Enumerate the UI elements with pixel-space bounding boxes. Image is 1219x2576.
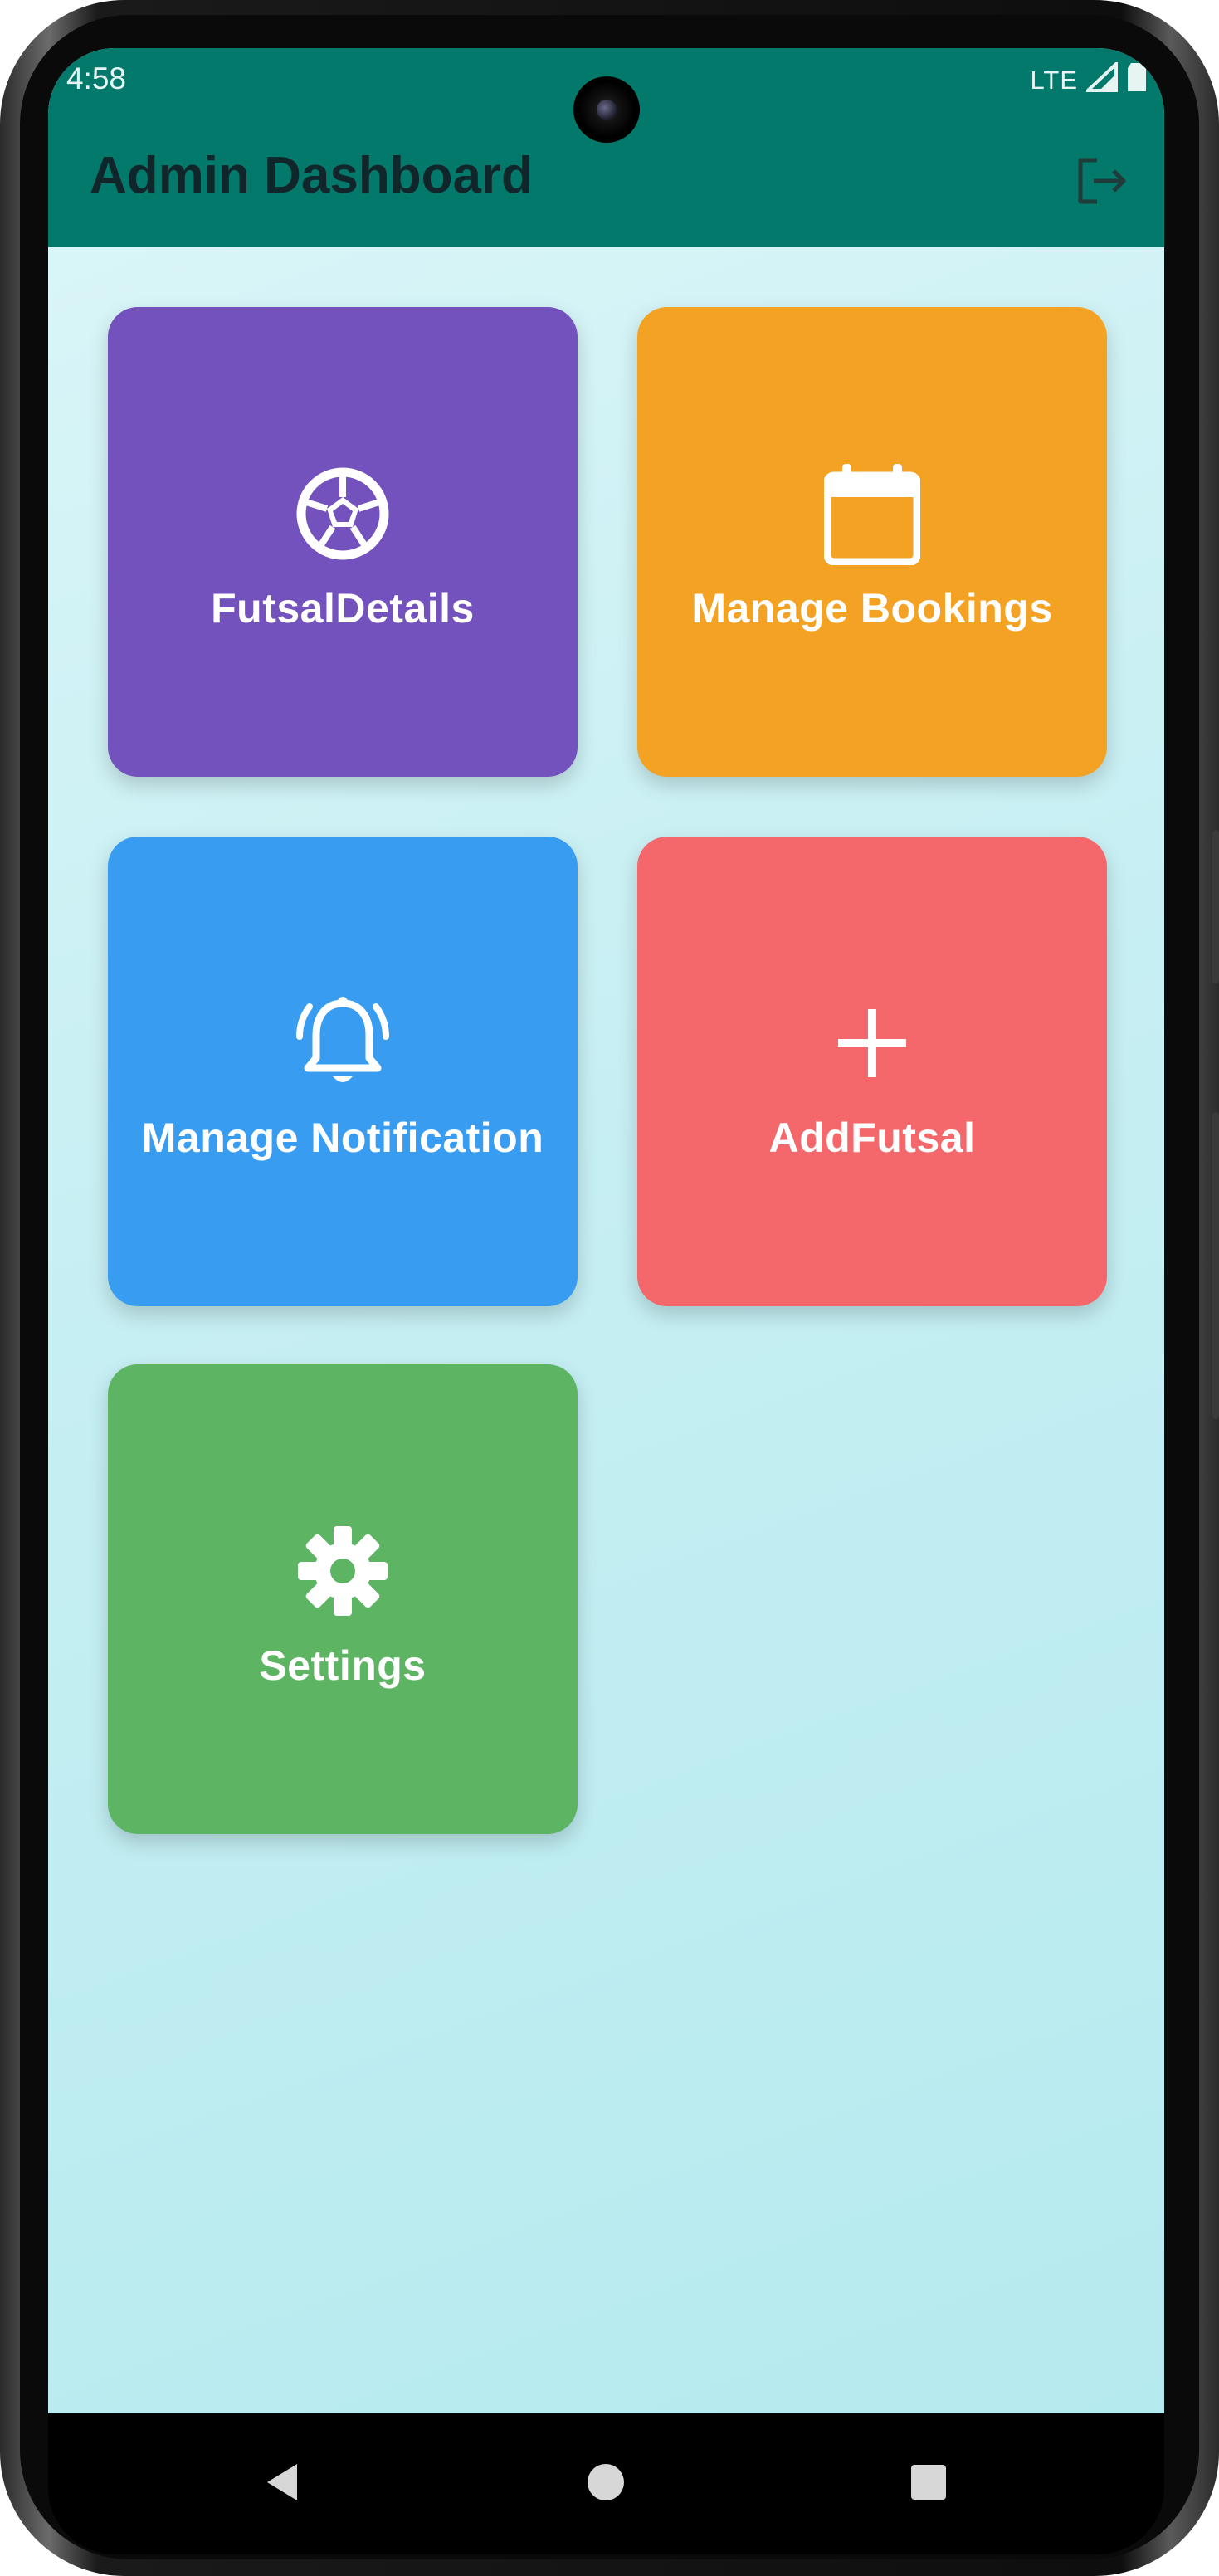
- phone-frame: 4:58 LTE Admin Dashboard FutsalDetails M…: [0, 0, 1219, 2576]
- calendar-icon: [818, 460, 926, 568]
- soccer-ball-icon: [289, 460, 397, 568]
- tile-label: Manage Bookings: [691, 585, 1053, 632]
- page-title: Admin Dashboard: [90, 147, 533, 204]
- home-button[interactable]: [581, 2459, 631, 2509]
- status-icons: LTE: [1030, 60, 1148, 100]
- tile-settings[interactable]: Settings: [108, 1364, 578, 1834]
- home-icon: [586, 2462, 626, 2506]
- gear-icon: [289, 1517, 397, 1625]
- tile-manage-notification[interactable]: Manage Notification: [108, 837, 578, 1306]
- signal-icon: [1083, 60, 1118, 99]
- battery-icon: [1126, 61, 1148, 100]
- tile-label: Manage Notification: [141, 1115, 544, 1161]
- power-button: [1212, 1112, 1219, 1419]
- network-type: LTE: [1030, 66, 1078, 95]
- logout-icon: [1074, 155, 1129, 211]
- tile-label: Settings: [259, 1642, 427, 1689]
- app-bar: 4:58 LTE Admin Dashboard: [48, 48, 1164, 247]
- recents-button[interactable]: [904, 2459, 953, 2509]
- tile-futsal-details[interactable]: FutsalDetails: [108, 307, 578, 777]
- bell-ringing-icon: [289, 989, 397, 1097]
- status-time: 4:58: [66, 61, 127, 95]
- plus-icon: [818, 989, 926, 1097]
- tile-manage-bookings[interactable]: Manage Bookings: [637, 307, 1107, 777]
- logout-button[interactable]: [1070, 151, 1133, 214]
- tile-add-futsal[interactable]: AddFutsal: [637, 837, 1107, 1306]
- front-camera: [573, 76, 640, 143]
- tile-label: FutsalDetails: [211, 585, 475, 632]
- recents-icon: [909, 2463, 948, 2505]
- back-icon: [264, 2462, 300, 2506]
- system-nav-bar: [48, 2413, 1164, 2554]
- back-button[interactable]: [257, 2459, 307, 2509]
- volume-button: [1212, 830, 1219, 983]
- screen: 4:58 LTE Admin Dashboard FutsalDetails M…: [48, 48, 1164, 2413]
- tile-label: AddFutsal: [768, 1115, 976, 1161]
